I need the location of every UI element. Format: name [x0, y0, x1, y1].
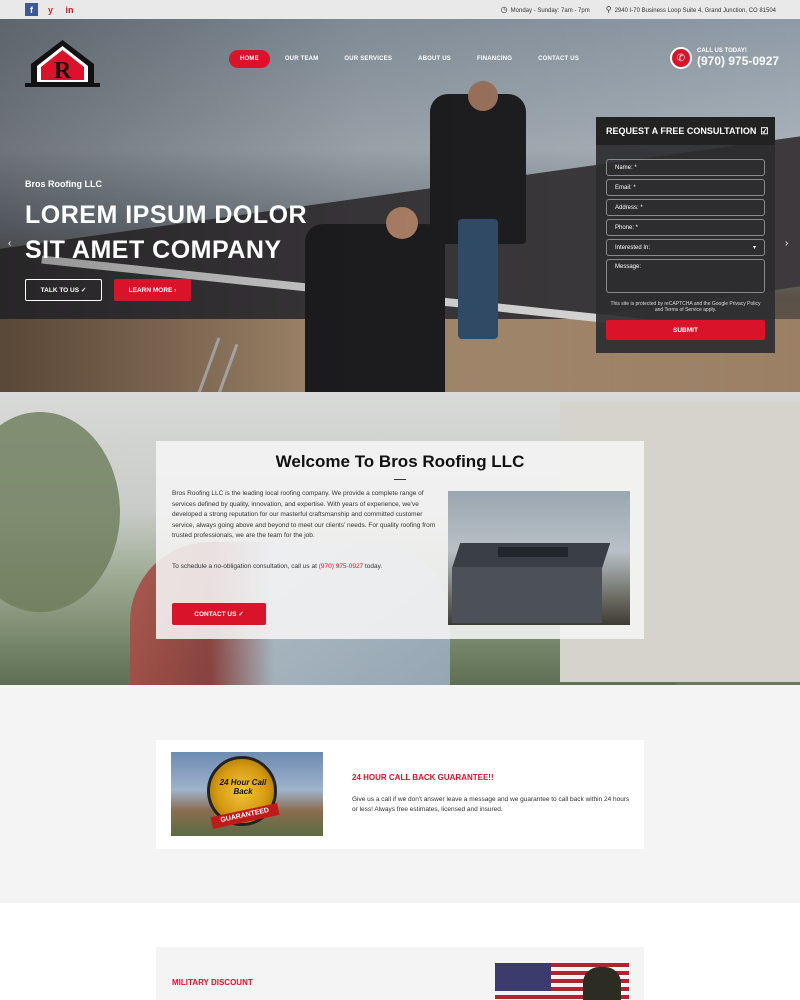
- tree: [0, 412, 120, 612]
- location-pin-icon: ⚲: [605, 5, 612, 14]
- chevron-down-icon: ▾: [752, 245, 756, 251]
- welcome-card: Welcome To Bros Roofing LLC Bros Roofing…: [156, 441, 644, 639]
- form-title: REQUEST A FREE CONSULTATION ☑: [596, 117, 775, 145]
- military-card: MILITARY DISCOUNT: [156, 947, 644, 1000]
- address-text: 2940 I-70 Business Loop Suite 4, Grand J…: [614, 8, 776, 14]
- hero-title: LOREM IPSUM DOLOR SIT AMET COMPANY: [25, 201, 308, 264]
- message-field[interactable]: Message:: [606, 259, 765, 293]
- captcha-notice: This site is protected by reCAPTCHA and …: [610, 301, 761, 313]
- hours: ◷ Monday - Sunday: 7am - 7pm: [501, 5, 590, 14]
- site-logo[interactable]: R: [25, 38, 100, 88]
- call-us[interactable]: ✆ CALL US TODAY! (970) 975-0927: [670, 47, 779, 69]
- seal-text: 24 Hour Call Back: [219, 778, 267, 796]
- contact-us-button[interactable]: CONTACT US ✓: [172, 603, 266, 625]
- main-nav: HOME OUR TEAM OUR SERVICES ABOUT US FINA…: [229, 50, 590, 68]
- consultation-form: REQUEST A FREE CONSULTATION ☑ Name: * Ema…: [596, 117, 775, 353]
- social-links: f y in: [25, 3, 76, 16]
- submit-button[interactable]: SUBMIT: [606, 320, 765, 340]
- solar-panel: [498, 547, 568, 557]
- schedule-phone-link[interactable]: (970) 975-0927: [319, 563, 363, 570]
- email-field[interactable]: Email: *: [606, 179, 765, 196]
- clock-icon: ◷: [500, 5, 508, 14]
- schedule-text: To schedule a no-obligation consultation…: [172, 563, 437, 570]
- nav-financing[interactable]: FINANCING: [466, 50, 523, 68]
- nav-our-team[interactable]: OUR TEAM: [274, 50, 330, 68]
- yelp-icon[interactable]: y: [44, 3, 57, 16]
- top-bar: f y in ◷ Monday - Sunday: 7am - 7pm ⚲ 2940…: [0, 0, 800, 19]
- address-field[interactable]: Address: *: [606, 199, 765, 216]
- guarantee-text: Give us a call if we don't answer leave …: [352, 796, 630, 813]
- military-image: [495, 963, 629, 1000]
- linkedin-icon[interactable]: in: [63, 3, 76, 16]
- guarantee-card: 24 Hour Call Back GUARANTEED 24 HOUR CAL…: [156, 740, 644, 849]
- hero-subtitle: Bros Roofing LLC: [25, 179, 102, 189]
- slider-next-icon[interactable]: ›: [785, 238, 788, 249]
- top-info: ◷ Monday - Sunday: 7am - 7pm ⚲ 2940 I-70 B…: [501, 5, 776, 14]
- welcome-body: Bros Roofing LLC is the leading local ro…: [172, 490, 436, 539]
- checkbox-icon: ☑: [760, 125, 769, 136]
- interested-in-label: Interested In:: [615, 244, 651, 251]
- title-divider: [394, 479, 406, 480]
- nav-our-services[interactable]: OUR SERVICES: [333, 50, 403, 68]
- nav-home[interactable]: HOME: [229, 50, 270, 68]
- hours-text: Monday - Sunday: 7am - 7pm: [510, 8, 590, 14]
- flag-union: [495, 963, 551, 991]
- svg-text:R: R: [54, 58, 72, 84]
- welcome-title: Welcome To Bros Roofing LLC: [275, 452, 525, 471]
- nav-contact-us[interactable]: CONTACT US: [527, 50, 590, 68]
- schedule-post: today.: [363, 563, 383, 570]
- barn-image: [448, 491, 630, 625]
- slider-prev-icon[interactable]: ‹: [8, 238, 11, 249]
- guarantee-title: 24 HOUR CALL BACK GUARANTEE!!: [352, 773, 494, 782]
- schedule-pre: To schedule a no-obligation consultation…: [172, 563, 319, 570]
- phone-icon: ✆: [670, 47, 692, 69]
- barn-wall: [452, 567, 602, 623]
- call-number[interactable]: (970) 975-0927: [697, 55, 779, 68]
- military-title: MILITARY DISCOUNT: [172, 978, 253, 987]
- talk-to-us-button[interactable]: TALK TO US ✓: [25, 279, 102, 301]
- phone-field[interactable]: Phone: *: [606, 219, 765, 236]
- interested-in-select[interactable]: Interested In: ▾: [606, 239, 765, 256]
- learn-more-button[interactable]: LEARN MORE ›: [114, 279, 191, 301]
- guarantee-image: 24 Hour Call Back GUARANTEED: [171, 752, 323, 836]
- form-title-text: REQUEST A FREE CONSULTATION: [606, 126, 757, 136]
- facebook-icon[interactable]: f: [25, 3, 38, 16]
- name-field[interactable]: Name: *: [606, 159, 765, 176]
- page: f y in ◷ Monday - Sunday: 7am - 7pm ⚲ 2940…: [0, 0, 800, 1000]
- address: ⚲ 2940 I-70 Business Loop Suite 4, Grand …: [606, 5, 776, 14]
- soldier-salute: [583, 967, 621, 1000]
- nav-about-us[interactable]: ABOUT US: [407, 50, 462, 68]
